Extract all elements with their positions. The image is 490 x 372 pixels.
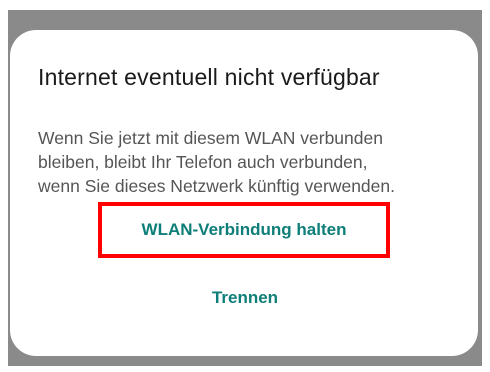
dialog-title: Internet eventuell nicht verfügbar (38, 64, 380, 90)
dialog-message-line: bleiben, bleibt Ihr Telefon auch verbund… (38, 152, 368, 172)
keep-wifi-connection-button[interactable]: WLAN-Verbindung halten (98, 202, 390, 258)
disconnect-button[interactable]: Trennen (170, 280, 320, 316)
dialog-message-line: Wenn Sie jetzt mit diesem WLAN verbunden (38, 128, 383, 148)
wifi-warning-dialog: Internet eventuell nicht verfügbar Wenn … (10, 30, 478, 356)
dialog-message: Wenn Sie jetzt mit diesem WLAN verbunden… (38, 126, 468, 198)
dialog-message-line: wenn Sie dieses Netzwerk künftig verwend… (38, 176, 395, 196)
keep-wifi-connection-label: WLAN-Verbindung halten (141, 220, 347, 239)
disconnect-label: Trennen (211, 288, 279, 307)
